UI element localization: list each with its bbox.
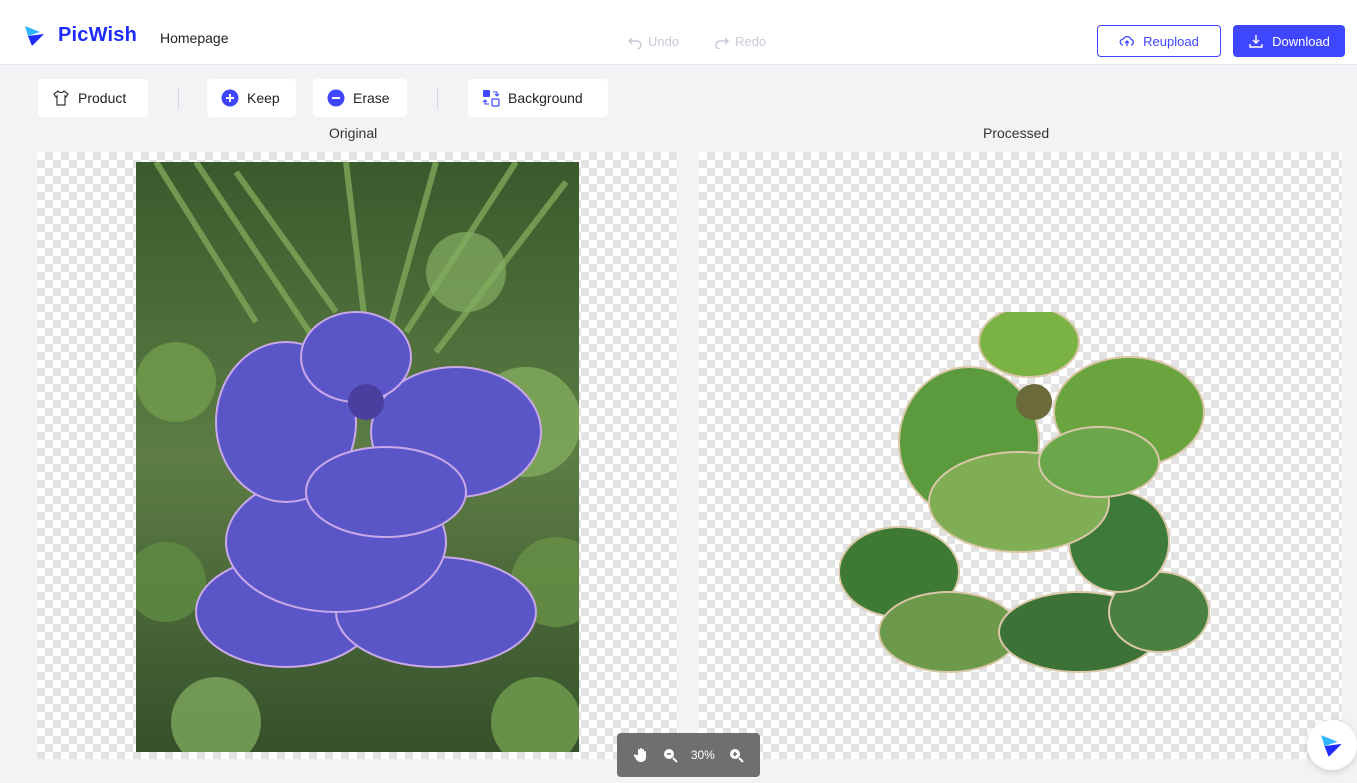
background-button[interactable]: Background xyxy=(468,79,608,117)
processed-canvas[interactable] xyxy=(699,152,1342,759)
product-label: Product xyxy=(78,90,127,106)
reupload-label: Reupload xyxy=(1143,33,1199,49)
background-label: Background xyxy=(508,90,583,106)
homepage-link[interactable]: Homepage xyxy=(160,30,229,46)
original-caption: Original xyxy=(329,125,378,141)
picwish-editor: PicWish Homepage Undo Redo Reupload Down… xyxy=(0,0,1357,783)
zoom-out-icon[interactable] xyxy=(662,747,678,763)
toolbar-divider xyxy=(178,88,179,110)
brand-logo[interactable]: PicWish xyxy=(22,22,137,48)
undo-label: Undo xyxy=(648,34,680,49)
zoom-controls: 30% xyxy=(617,733,760,777)
cloud-upload-icon xyxy=(1119,35,1135,46)
background-swap-icon xyxy=(482,90,500,107)
keep-button[interactable]: Keep xyxy=(207,79,296,117)
hand-pan-icon[interactable] xyxy=(633,747,649,763)
undo-redo-group: Undo Redo xyxy=(628,34,766,49)
minus-circle-icon xyxy=(327,89,345,107)
picwish-logo-icon xyxy=(1321,735,1342,757)
original-photo xyxy=(136,162,579,752)
download-icon xyxy=(1249,35,1263,48)
zoom-in-icon[interactable] xyxy=(728,747,744,763)
original-canvas[interactable] xyxy=(37,152,678,759)
download-label: Download xyxy=(1272,33,1330,49)
redo-icon xyxy=(715,37,730,49)
undo-icon xyxy=(628,37,642,49)
processed-caption: Processed xyxy=(983,125,1050,141)
plus-circle-icon xyxy=(221,89,239,107)
shirt-icon xyxy=(53,90,69,106)
reupload-button[interactable]: Reupload xyxy=(1097,25,1221,57)
keep-label: Keep xyxy=(247,90,280,106)
erase-label: Erase xyxy=(353,90,390,106)
undo-button[interactable]: Undo xyxy=(628,34,679,49)
erase-button[interactable]: Erase xyxy=(313,79,407,117)
redo-button[interactable]: Redo xyxy=(715,34,766,49)
processed-cutout xyxy=(839,312,1210,673)
floating-assistant-button[interactable] xyxy=(1307,720,1357,770)
brand-name: PicWish xyxy=(58,23,138,46)
top-header: PicWish Homepage Undo Redo Reupload Down… xyxy=(0,0,1357,65)
zoom-level: 30% xyxy=(690,748,715,762)
toolbar-divider xyxy=(437,88,438,110)
product-button[interactable]: Product xyxy=(38,79,148,117)
download-button[interactable]: Download xyxy=(1233,25,1345,57)
picwish-logo-icon xyxy=(25,26,44,46)
redo-label: Redo xyxy=(735,34,767,49)
